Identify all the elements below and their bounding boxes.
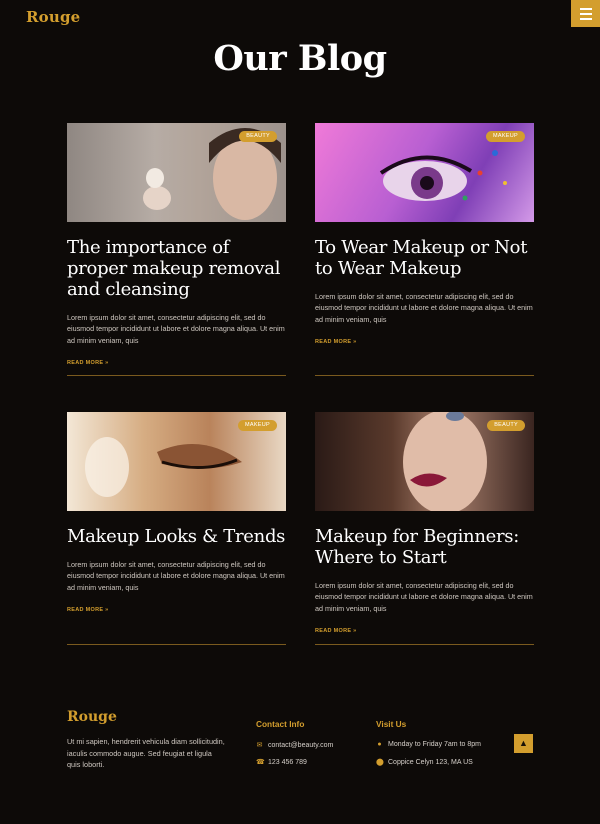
post-title[interactable]: Makeup for Beginners: Where to Start [315, 526, 534, 568]
phone-text: 123 456 789 [268, 758, 307, 766]
phone-icon: ☎ [256, 759, 265, 766]
scroll-to-top-button[interactable]: ▲ [514, 734, 533, 753]
hamburger-icon-bar [579, 17, 592, 20]
post-image[interactable]: MAKEUP [315, 123, 534, 222]
hours-text: Monday to Friday 7am to 8pm [388, 741, 481, 748]
divider [67, 375, 286, 376]
category-badge[interactable]: MAKEUP [237, 420, 277, 431]
blog-post-card: MAKEUP To Wear Makeup or Not to Wear Mak… [315, 123, 534, 376]
read-more-link[interactable]: READ MORE » [67, 607, 109, 613]
blog-post-card: BEAUTY Makeup for Beginners: Where to St… [315, 412, 534, 645]
hamburger-icon-bar [579, 12, 592, 15]
chevron-up-icon: ▲ [519, 738, 528, 748]
hamburger-icon [579, 7, 592, 10]
site-logo[interactable]: Rouge [26, 8, 80, 26]
contact-phone[interactable]: ☎ 123 456 789 [256, 758, 307, 767]
post-excerpt: Lorem ipsum dolor sit amet, consectetur … [67, 560, 285, 592]
post-excerpt: Lorem ipsum dolor sit amet, consectetur … [67, 313, 285, 345]
blog-post-card: MAKEUP Makeup Looks & Trends Lorem ipsum… [67, 412, 286, 645]
envelope-icon: ✉ [256, 742, 263, 749]
location-pin-icon: ⬤ [376, 759, 384, 766]
divider [67, 644, 286, 645]
category-badge[interactable]: BEAUTY [239, 131, 277, 142]
blog-post-card: BEAUTY The importance of proper makeup r… [67, 123, 286, 376]
read-more-link[interactable]: READ MORE » [315, 628, 357, 634]
menu-button[interactable] [571, 0, 600, 27]
post-excerpt: Lorem ipsum dolor sit amet, consectetur … [315, 292, 533, 324]
footer-logo[interactable]: Rouge [67, 709, 117, 725]
address-text: Coppice Celyn 123, MA US [388, 758, 473, 766]
post-excerpt: Lorem ipsum dolor sit amet, consectetur … [315, 581, 533, 613]
clock-icon: ● [377, 741, 382, 748]
divider [315, 375, 534, 376]
divider [315, 644, 534, 645]
opening-hours: ● Monday to Friday 7am to 8pm [376, 741, 481, 748]
post-image[interactable]: BEAUTY [315, 412, 534, 511]
post-title[interactable]: Makeup Looks & Trends [67, 526, 286, 547]
email-text: contact@beauty.com [268, 741, 334, 749]
read-more-link[interactable]: READ MORE » [315, 339, 357, 345]
contact-heading: Contact Info [256, 719, 305, 729]
address: ⬤ Coppice Celyn 123, MA US [376, 758, 473, 767]
read-more-link[interactable]: READ MORE » [67, 360, 109, 366]
page-title: Our Blog [213, 38, 387, 79]
category-badge[interactable]: BEAUTY [487, 420, 525, 431]
post-title[interactable]: The importance of proper makeup removal … [67, 237, 286, 300]
post-title[interactable]: To Wear Makeup or Not to Wear Makeup [315, 237, 534, 279]
post-image[interactable]: BEAUTY [67, 123, 286, 222]
contact-email[interactable]: ✉ contact@beauty.com [256, 741, 334, 750]
post-image[interactable]: MAKEUP [67, 412, 286, 511]
visit-heading: Visit Us [376, 719, 407, 729]
footer-about: Ut mi sapien, hendrerit vehicula diam so… [67, 737, 225, 770]
category-badge[interactable]: MAKEUP [485, 131, 525, 142]
